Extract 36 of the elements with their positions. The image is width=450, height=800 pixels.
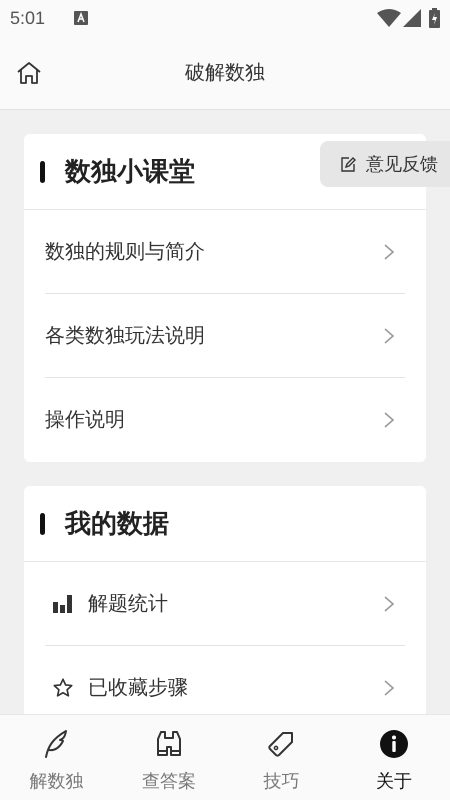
home-button[interactable]: [16, 60, 42, 86]
info-icon: [378, 729, 409, 759]
menu-item-label: 解题统计: [88, 592, 169, 616]
chevron-icon: [383, 411, 395, 429]
signal-icon: [403, 9, 421, 27]
menu-item-label: 已收藏步骤: [88, 676, 189, 701]
status-time: 5:01: [10, 6, 46, 30]
title-marker: [40, 160, 45, 182]
chevron-icon: [383, 242, 395, 260]
home-icon: [16, 60, 42, 84]
star-icon: [52, 677, 74, 699]
nav-tab[interactable]: 关于: [338, 715, 450, 800]
menu-item[interactable]: 解题统计: [45, 562, 405, 646]
notification-icon: [74, 11, 88, 25]
feedback-button[interactable]: 意见反馈: [320, 141, 450, 187]
chevron-icon: [383, 679, 395, 697]
menu-item-label: 操作说明: [45, 408, 126, 433]
menu-item[interactable]: 各类数独玩法说明: [45, 294, 405, 378]
bar-chart-icon: [52, 594, 74, 614]
section-title: 我的数据: [65, 507, 169, 540]
page-title: 破解数独: [185, 60, 265, 86]
nav-tab[interactable]: 解数独: [0, 715, 112, 800]
nav-tab[interactable]: 查答案: [112, 715, 225, 800]
edit-icon: [341, 156, 356, 172]
wifi-icon: [377, 9, 401, 27]
nav-tab[interactable]: 技巧: [225, 715, 338, 800]
title-marker: [40, 512, 45, 534]
menu-item[interactable]: 数独的规则与简介: [45, 210, 405, 294]
menu-item-label: 各类数独玩法说明: [45, 324, 206, 348]
battery-icon: [429, 8, 440, 28]
chevron-icon: [383, 326, 395, 344]
chevron-icon: [383, 594, 395, 612]
menu-item[interactable]: 操作说明: [45, 378, 405, 462]
menu-item[interactable]: 已收藏步骤: [45, 646, 405, 714]
section-title: 数独小课堂: [65, 155, 195, 188]
menu-item-label: 数独的规则与简介: [45, 240, 206, 264]
